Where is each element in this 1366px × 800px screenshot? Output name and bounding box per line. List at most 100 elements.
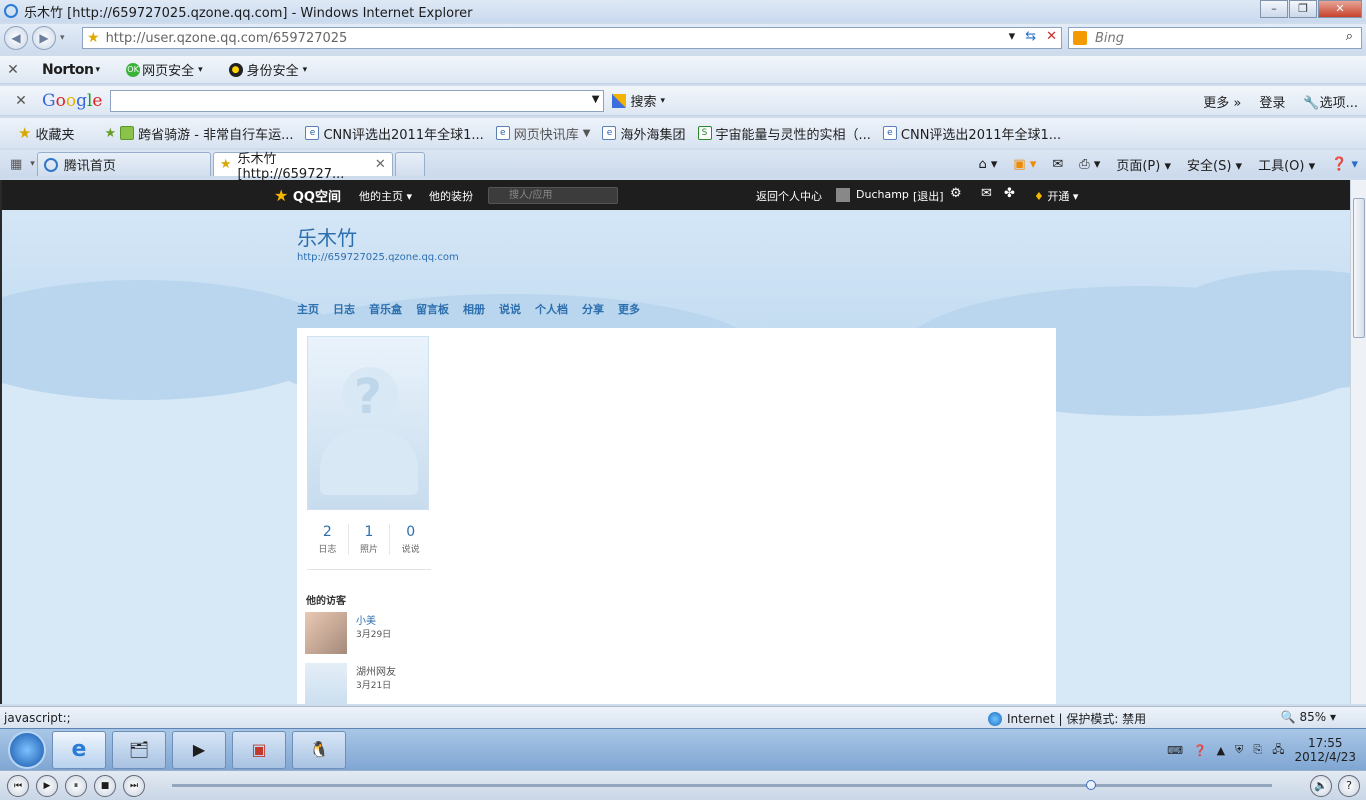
address-bar[interactable]: ★ http://user.qzone.qq.com/659727025 ▾ ⇆… <box>82 27 1062 49</box>
show-hidden-icon[interactable]: ▲ <box>1217 744 1225 757</box>
stop-button[interactable]: ■ <box>94 774 116 797</box>
web-slice-gallery[interactable]: e 网页快讯库 ▼ <box>495 124 590 143</box>
start-button[interactable] <box>8 730 46 769</box>
stat-shuoshuo[interactable]: 0 说说 <box>390 524 431 555</box>
google-search-button[interactable]: 搜索 ▾ <box>612 91 665 110</box>
print-icon[interactable]: ⎙ ▾ <box>1079 157 1100 172</box>
maximize-button[interactable]: ❐ <box>1289 0 1317 18</box>
close-toolbar-icon[interactable]: ✕ <box>0 62 26 78</box>
taskbar-media-player[interactable]: ▶ <box>172 730 226 769</box>
help-tray-icon[interactable]: ❓ <box>1193 744 1207 757</box>
google-search-input[interactable]: ▼ <box>110 89 605 112</box>
favorite-item[interactable]: e CNN评选出2011年全球1... <box>882 124 1061 143</box>
play-button[interactable]: ▶ <box>36 774 58 797</box>
nav-more[interactable]: 更多 <box>618 301 640 317</box>
stop-icon[interactable]: ✕ <box>1046 29 1057 44</box>
media-progress-track[interactable] <box>172 784 1272 787</box>
next-button[interactable]: ⏭ <box>123 774 145 797</box>
id-safety-menu[interactable]: ● 身份安全 ▾ <box>228 60 307 79</box>
clover-icon[interactable]: ✤ <box>1004 186 1015 201</box>
taskbar-ie[interactable]: e <box>52 730 106 769</box>
nav-shuoshuo[interactable]: 说说 <box>499 301 521 317</box>
keyboard-icon[interactable]: ⌨ <box>1167 744 1183 757</box>
vertical-scrollbar[interactable] <box>1350 180 1366 704</box>
gear-icon[interactable]: ⚙ <box>950 186 962 201</box>
close-window-button[interactable]: ✕ <box>1318 0 1362 18</box>
feeds-icon[interactable]: ▣ ▾ <box>1013 157 1036 172</box>
tab-tencent-home[interactable]: 腾讯首页 <box>36 152 211 176</box>
zoom-level[interactable]: 🔍 85% ▾ <box>1281 710 1336 724</box>
qzone-search-input[interactable]: 搜人/应用 <box>488 187 618 204</box>
add-favorite-icon[interactable]: ★ <box>104 126 116 141</box>
visitor-avatar[interactable] <box>305 612 347 654</box>
mail-icon[interactable]: ✉ <box>981 186 992 201</box>
pause-button[interactable]: ⏸ <box>65 774 87 797</box>
favorite-item[interactable]: e 海外海集团 <box>602 124 686 143</box>
visitor-name[interactable]: 小美 <box>356 612 376 627</box>
network-icon[interactable]: 🖧 <box>1272 741 1284 760</box>
favorite-item[interactable]: 跨省骑游 - 非常自行车运... <box>120 124 293 143</box>
media-progress-knob[interactable] <box>1085 780 1096 790</box>
forward-button[interactable]: ▶ <box>32 26 56 50</box>
qzone-logo[interactable]: ★ QQ空间 <box>274 186 341 205</box>
tools-menu[interactable]: 工具(O) ▾ <box>1258 155 1315 174</box>
favorites-button[interactable]: ★ 收藏夹 <box>18 124 74 143</box>
favorite-star-icon[interactable]: ★ <box>87 30 100 46</box>
tab-qzone[interactable]: ★ 乐木竹 [http://659727... ✕ <box>212 152 393 182</box>
his-home-menu[interactable]: 他的主页 ▾ <box>359 188 412 204</box>
taskbar-explorer[interactable]: 🗂 <box>112 730 166 769</box>
history-dropdown-icon[interactable]: ▾ <box>60 33 65 43</box>
norton-menu[interactable]: Norton ▾ <box>42 62 100 78</box>
search-box[interactable]: Bing ⌕ <box>1068 27 1362 49</box>
usb-icon[interactable]: ⎘ <box>1253 743 1262 757</box>
web-safety-menu[interactable]: OK 网页安全 ▾ <box>126 60 203 79</box>
options-button[interactable]: 🔧选项... <box>1303 92 1358 111</box>
search-icon[interactable]: ⌕ <box>1346 29 1353 44</box>
more-button[interactable]: 更多 » <box>1203 92 1241 111</box>
nav-blog[interactable]: 日志 <box>333 301 355 317</box>
favorite-item[interactable]: e CNN评选出2011年全球1... <box>305 124 484 143</box>
refresh-icon[interactable]: ⇆ <box>1025 29 1036 44</box>
minimize-button[interactable]: – <box>1260 0 1288 18</box>
home-icon[interactable]: ⌂ ▾ <box>979 157 998 172</box>
help-icon[interactable]: ❓ ▾ <box>1331 157 1358 172</box>
nav-guestbook[interactable]: 留言板 <box>416 301 449 317</box>
taskbar-qq[interactable]: 🐧 <box>292 730 346 769</box>
taskbar-powerpoint[interactable]: ▣ <box>232 730 286 769</box>
stat-blog[interactable]: 2 日志 <box>307 524 349 555</box>
nav-home[interactable]: 主页 <box>297 301 319 317</box>
security-icon[interactable]: ⛨ <box>1235 743 1243 757</box>
safety-menu[interactable]: 安全(S) ▾ <box>1187 155 1242 174</box>
mail-icon[interactable]: ✉ <box>1052 157 1063 172</box>
open-vip-menu[interactable]: ♦ 开通 ▾ <box>1034 188 1078 204</box>
nav-music[interactable]: 音乐盒 <box>369 301 402 317</box>
stat-photos[interactable]: 1 照片 <box>349 524 391 555</box>
chevron-down-icon[interactable]: ▼ <box>592 94 600 105</box>
nav-share[interactable]: 分享 <box>582 301 604 317</box>
media-help-icon[interactable]: ? <box>1338 775 1360 797</box>
visitor-avatar[interactable] <box>305 663 347 704</box>
profile-avatar[interactable]: ? <box>307 336 429 510</box>
clock[interactable]: 17:55 2012/4/23 <box>1294 736 1356 764</box>
logout-link[interactable]: [退出] <box>913 188 944 204</box>
profile-name[interactable]: 乐木竹 <box>297 222 357 251</box>
user-avatar[interactable] <box>836 188 850 202</box>
back-center-link[interactable]: 返回个人中心 <box>756 188 822 204</box>
new-tab-button[interactable] <box>394 152 425 176</box>
volume-icon[interactable]: 🔈 <box>1310 775 1332 797</box>
page-menu[interactable]: 页面(P) ▾ <box>1116 155 1171 174</box>
nav-profile[interactable]: 个人档 <box>535 301 568 317</box>
address-dropdown-icon[interactable]: ▾ <box>1009 29 1016 44</box>
login-button[interactable]: 登录 <box>1259 92 1285 111</box>
his-decor-link[interactable]: 他的装扮 <box>429 188 473 204</box>
previous-button[interactable]: ⏮ <box>7 774 29 797</box>
close-tab-icon[interactable]: ✕ <box>375 157 386 172</box>
close-toolbar-icon[interactable]: ✕ <box>8 93 34 109</box>
back-button[interactable]: ◀ <box>4 26 28 50</box>
tab-list-icon[interactable]: ▾ <box>30 159 35 169</box>
user-name-link[interactable]: Duchamp <box>856 188 909 201</box>
nav-album[interactable]: 相册 <box>463 301 485 317</box>
security-zone[interactable]: Internet | 保护模式: 禁用 <box>988 710 1146 727</box>
profile-url[interactable]: http://659727025.qzone.qq.com <box>297 252 459 263</box>
scrollbar-thumb[interactable] <box>1353 198 1365 338</box>
